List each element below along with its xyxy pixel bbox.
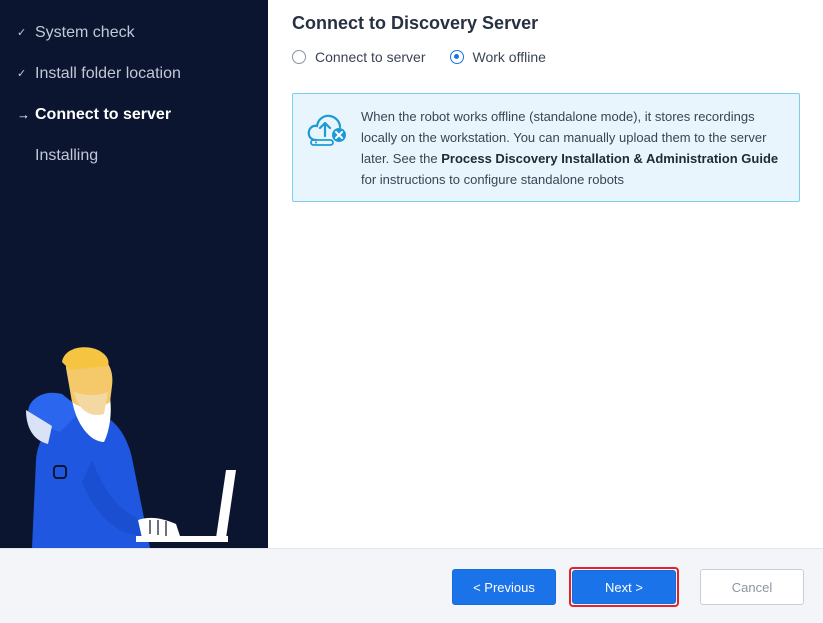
arrow-right-icon: → xyxy=(17,107,30,122)
footer-bar: < Previous Next > Cancel xyxy=(0,548,823,623)
radio-label: Connect to server xyxy=(315,49,426,65)
step-label: Connect to server xyxy=(35,105,172,123)
step-installing: Installing xyxy=(0,135,268,176)
step-label: System check xyxy=(35,23,135,41)
step-connect-to-server: → Connect to server xyxy=(0,94,268,135)
radio-connect-to-server[interactable]: Connect to server xyxy=(292,49,426,65)
cancel-button[interactable]: Cancel xyxy=(700,569,804,605)
connection-mode-radio-group: Connect to server Work offline xyxy=(292,49,570,65)
check-icon: ✓ xyxy=(17,27,27,39)
check-icon: ✓ xyxy=(17,68,27,80)
main-panel: Connect to Discovery Server Connect to s… xyxy=(268,0,823,548)
step-label: Installing xyxy=(35,146,99,164)
step-install-folder-location: ✓ Install folder location xyxy=(0,53,268,94)
step-label: Install folder location xyxy=(35,64,181,82)
sidebar: ✓ System check ✓ Install folder location… xyxy=(0,0,268,548)
step-list: ✓ System check ✓ Install folder location… xyxy=(0,12,268,176)
previous-button[interactable]: < Previous xyxy=(452,569,556,605)
person-with-laptop-illustration xyxy=(26,347,236,548)
step-system-check: ✓ System check xyxy=(0,12,268,53)
radio-label: Work offline xyxy=(472,49,546,65)
radio-work-offline[interactable]: Work offline xyxy=(449,49,546,65)
cloud-upload-offline-icon xyxy=(307,114,346,146)
radio-circle[interactable] xyxy=(449,50,464,64)
installer-window: ✓ System check ✓ Install folder location… xyxy=(0,0,823,623)
info-text-part-2: for instructions to configure standalone… xyxy=(361,172,625,187)
offline-info-box: When the robot works offline (standalone… xyxy=(292,93,800,202)
next-button[interactable]: Next > xyxy=(572,570,676,604)
radio-circle[interactable] xyxy=(292,50,306,64)
page-title: Connect to Discovery Server xyxy=(292,13,539,33)
offline-info-text: When the robot works offline (standalone… xyxy=(361,106,791,190)
installation-guide-reference: Process Discovery Installation & Adminis… xyxy=(441,151,779,166)
